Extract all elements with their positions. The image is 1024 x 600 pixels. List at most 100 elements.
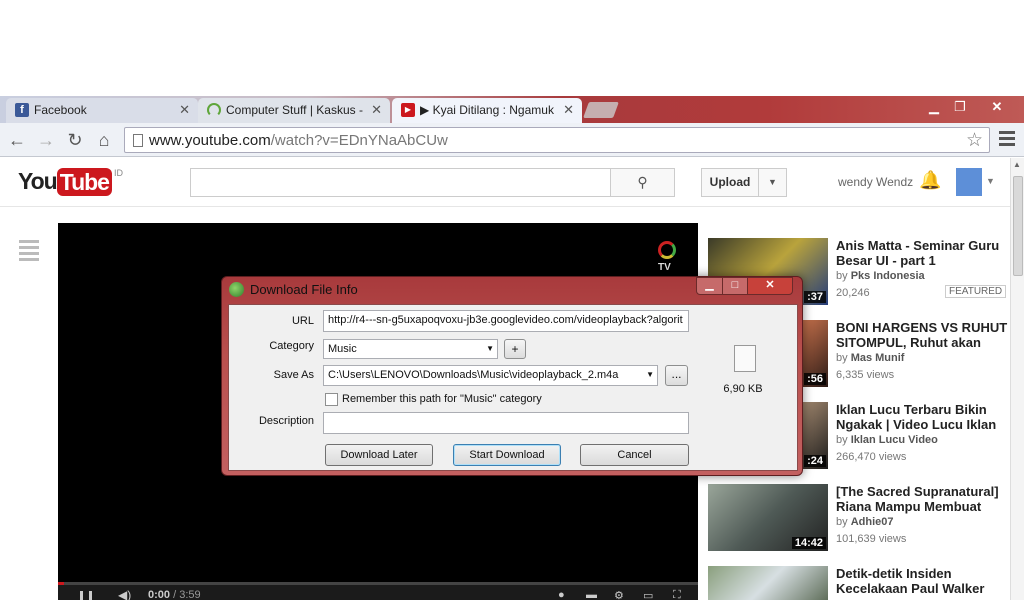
current-time: 0:00 (148, 589, 171, 600)
video-duration: 14:42 (791, 537, 826, 549)
close-window-icon[interactable]: ✕ (984, 100, 1010, 116)
address-bar[interactable]: www.youtube.com/watch?v=EDnYNaAbCUw ☆ (124, 127, 990, 153)
file-icon (734, 345, 756, 372)
scroll-thumb[interactable] (1013, 176, 1023, 276)
tab-youtube-active[interactable]: ▶ ▶ Kyai Ditilang : Ngamuk ✕ (392, 98, 582, 123)
related-video[interactable]: Detik-detik Insiden Kecelakaan Paul Walk… (708, 566, 1008, 600)
url-host: www.youtube.com (149, 132, 271, 149)
url-field[interactable]: http://r4---sn-g5uxapoqvoxu-jb3e.googlev… (323, 310, 689, 332)
upload-button[interactable]: Upload (701, 168, 759, 197)
video-title[interactable]: Detik-detik Insiden Kecelakaan Paul Walk… (836, 566, 1008, 596)
search-button[interactable]: ⚲ (610, 168, 675, 197)
guide-menu-icon[interactable] (19, 240, 39, 264)
category-value: Music (328, 343, 357, 355)
new-tab-button[interactable] (583, 102, 619, 118)
cancel-button[interactable]: Cancel (580, 444, 689, 466)
related-video[interactable]: 14:42 [The Sacred Supranatural] Riana Ma… (708, 484, 1008, 558)
back-arrow-icon[interactable]: ← (6, 129, 28, 151)
chevron-down-icon: ▼ (768, 177, 777, 187)
video-views: 20,246 (836, 287, 870, 299)
video-duration: :37 (804, 291, 826, 303)
video-views: 266,470 views (836, 451, 907, 463)
minimize-window-icon[interactable]: ▁ (922, 100, 946, 116)
youtube-logo[interactable]: You Tube ID (18, 168, 123, 198)
bookmark-star-icon[interactable]: ☆ (966, 129, 983, 152)
video-title[interactable]: Anis Matta - Seminar Guru Besar UI - par… (836, 238, 1008, 268)
save-as-label: Save As (273, 369, 314, 381)
time-readout: 0:00 / 3:59 (148, 589, 201, 600)
video-channel: by Adhie07 (836, 516, 894, 528)
screen: f Facebook ✕ Computer Stuff | Kaskus - ✕… (0, 0, 1024, 600)
video-duration: :56 (804, 373, 826, 385)
save-as-field[interactable]: C:\Users\LENOVO\Downloads\Music\videopla… (323, 365, 658, 386)
video-thumbnail[interactable]: 14:42 (708, 484, 828, 551)
browse-button[interactable]: ... (665, 365, 688, 386)
url-label: URL (291, 315, 314, 327)
avatar[interactable] (956, 168, 982, 196)
featured-badge: FEATURED (945, 285, 1007, 298)
reload-icon[interactable]: ↻ (64, 129, 86, 151)
fullscreen-icon[interactable]: ⛶ (673, 589, 681, 600)
video-title[interactable]: [The Sacred Supranatural] Riana Mampu Me… (836, 484, 1008, 514)
chevron-down-icon[interactable]: ▼ (986, 176, 995, 186)
category-select[interactable]: Music ▼ (323, 339, 498, 359)
video-title[interactable]: Iklan Lucu Terbaru Bikin Ngakak | Video … (836, 402, 1008, 432)
theater-mode-icon[interactable]: ▭ (643, 589, 653, 600)
save-as-value: C:\Users\LENOVO\Downloads\Music\videopla… (328, 369, 619, 381)
download-later-button[interactable]: Download Later (325, 444, 433, 466)
restore-window-icon[interactable]: ❐ (948, 100, 972, 116)
close-icon[interactable]: ✕ (371, 102, 382, 118)
url-path: /watch?v=EDnYNaAbCUw (270, 132, 448, 149)
player-controls: ◀) 0:00 / 3:59 ● ▬ ⚙ ▭ ⛶ (58, 585, 698, 600)
video-views: 6,335 views (836, 369, 895, 381)
remember-path-checkbox[interactable] (325, 393, 338, 406)
upload-menu-button[interactable]: ▼ (758, 168, 787, 197)
facebook-icon: f (15, 103, 29, 117)
channel-watermark-icon: TV (658, 241, 676, 273)
volume-icon[interactable]: ◀) (118, 588, 131, 600)
idm-globe-icon (229, 282, 244, 297)
add-category-button[interactable]: + (504, 339, 526, 359)
youtube-icon: ▶ (401, 103, 415, 117)
description-label: Description (258, 415, 314, 427)
tab-facebook[interactable]: f Facebook ✕ (6, 98, 198, 123)
annotations-icon[interactable]: ● (558, 589, 565, 600)
dialog-maximize-icon[interactable]: □ (722, 277, 748, 295)
bell-icon[interactable]: 🔔 (919, 170, 941, 191)
tab-title: Computer Stuff | Kaskus - (226, 103, 363, 117)
home-icon[interactable]: ⌂ (93, 129, 115, 151)
chevron-down-icon: ▼ (646, 370, 654, 379)
kaskus-spinner-icon (207, 103, 221, 117)
dialog-body: URL http://r4---sn-g5uxapoqvoxu-jb3e.goo… (228, 304, 798, 471)
browser-toolbar: ← → ↻ ⌂ www.youtube.com/watch?v=EDnYNaAb… (0, 123, 1024, 157)
dialog-minimize-icon[interactable]: ▁ (696, 277, 723, 295)
close-icon[interactable]: ✕ (563, 102, 574, 118)
forward-arrow-icon[interactable]: → (35, 129, 57, 151)
remember-path-label[interactable]: Remember this path for "Music" category (342, 393, 542, 405)
close-icon[interactable]: ✕ (179, 102, 190, 118)
file-size: 6,90 KB (723, 383, 763, 395)
tab-kaskus[interactable]: Computer Stuff | Kaskus - ✕ (198, 98, 390, 123)
start-download-button[interactable]: Start Download (453, 444, 561, 466)
region-code: ID (113, 168, 123, 178)
chevron-down-icon: ▼ (486, 344, 494, 353)
video-duration: :24 (804, 455, 826, 467)
video-thumbnail[interactable] (708, 566, 828, 600)
dialog-title: Download File Info (250, 282, 358, 297)
scroll-up-icon[interactable]: ▲ (1013, 160, 1021, 169)
video-channel: by Mas Munif (836, 352, 905, 364)
search-input[interactable] (190, 168, 611, 197)
search-icon: ⚲ (637, 174, 648, 190)
video-title[interactable]: BONI HARGENS VS RUHUT SITOMPUL, Ruhut ak… (836, 320, 1008, 350)
youtube-header: You Tube ID ⚲ Upload ▼ wendy Wendz 🔔 ▼ (0, 158, 1010, 207)
page-scrollbar[interactable]: ▲ (1010, 158, 1024, 600)
pause-icon[interactable] (80, 591, 92, 600)
settings-gear-icon[interactable]: ⚙ (614, 589, 624, 600)
description-field[interactable] (323, 412, 689, 434)
chrome-menu-icon[interactable] (999, 131, 1015, 149)
watch-later-icon[interactable]: ▬ (586, 589, 597, 600)
tab-title: ▶ Kyai Ditilang : Ngamuk (420, 103, 554, 117)
video-views: 101,639 views (836, 533, 907, 545)
dialog-close-icon[interactable]: ✕ (747, 277, 793, 295)
username[interactable]: wendy Wendz (838, 175, 913, 189)
